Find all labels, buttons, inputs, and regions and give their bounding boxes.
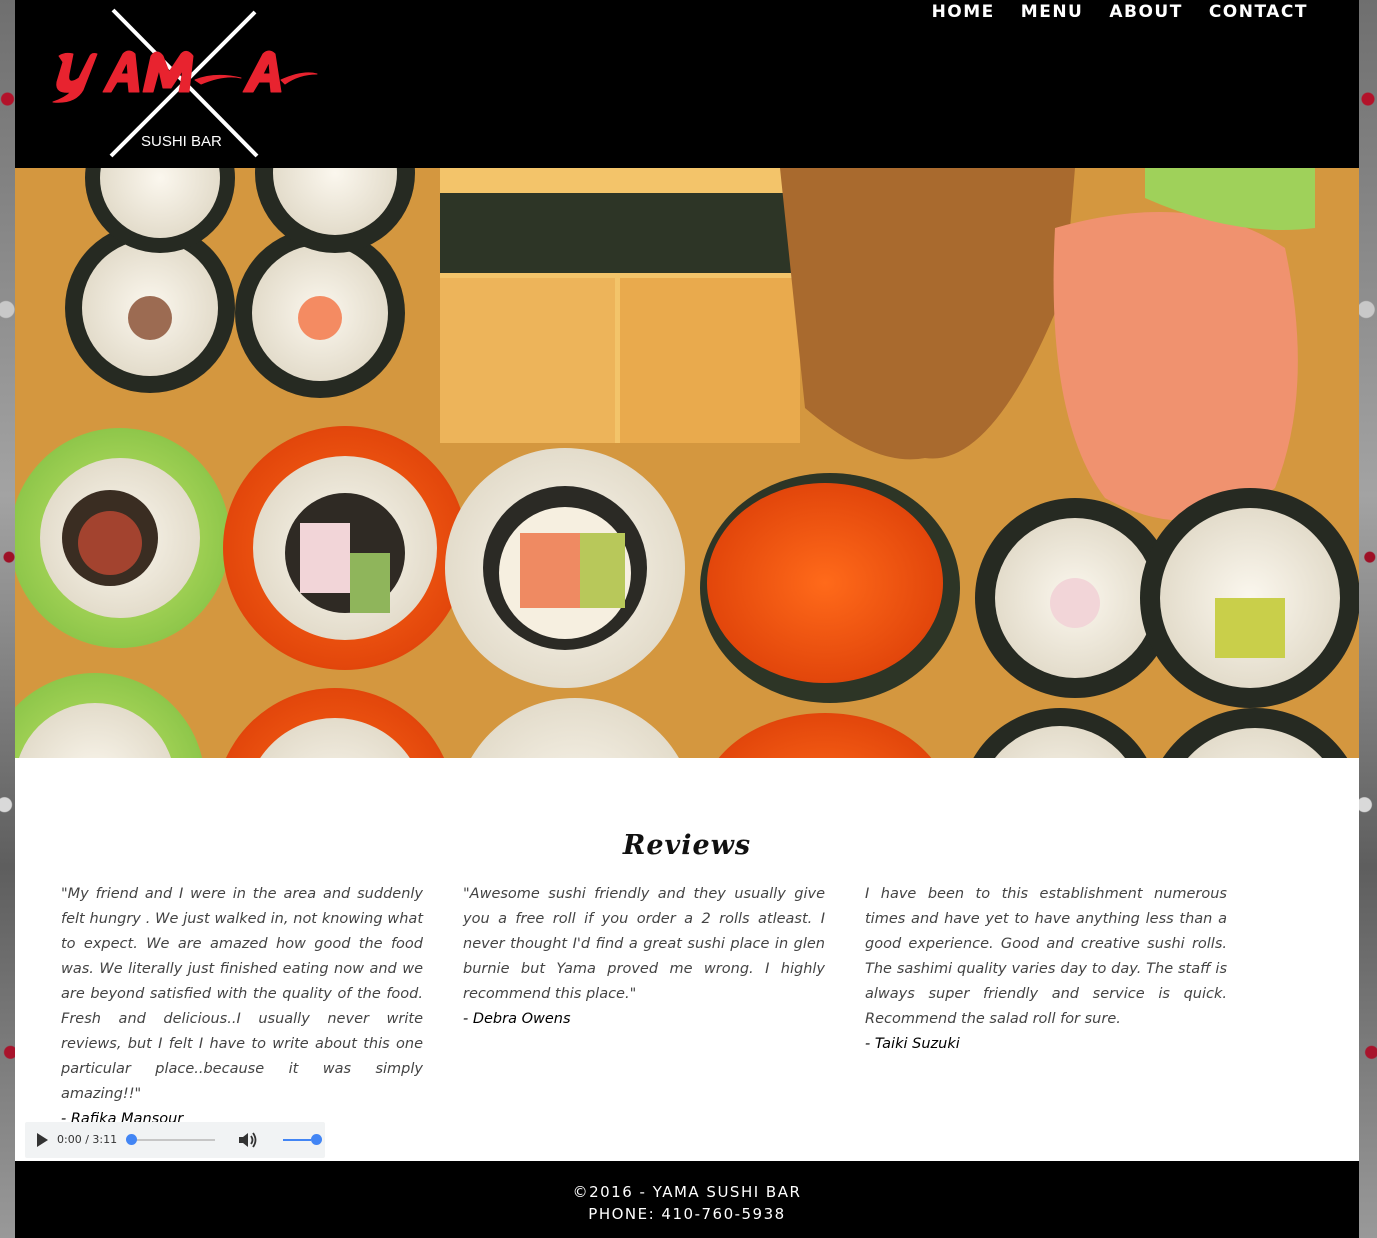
play-icon[interactable] bbox=[37, 1133, 48, 1147]
review-text: I have been to this establishment numero… bbox=[865, 886, 1227, 1027]
logo[interactable]: SUSHI BAR bbox=[45, 8, 320, 160]
audio-progress-thumb[interactable] bbox=[126, 1134, 137, 1145]
site-footer: ©2016 - YAMA SUSHI BAR PHONE: 410-760-59… bbox=[15, 1161, 1359, 1238]
sushi-photo bbox=[15, 168, 1359, 758]
side-background-left bbox=[0, 0, 15, 1238]
review-author: - Taiki Suzuki bbox=[865, 1036, 960, 1052]
main-nav: HOME MENU ABOUT CONTACT bbox=[932, 0, 1308, 24]
logo-subtext: SUSHI BAR bbox=[141, 133, 222, 150]
review-card: "Awesome sushi friendly and they usually… bbox=[463, 882, 825, 1032]
audio-progress-track[interactable] bbox=[131, 1139, 215, 1141]
audio-time: 0:00 / 3:11 bbox=[57, 1133, 118, 1146]
review-author: - Debra Owens bbox=[463, 1011, 571, 1027]
site-header: SUSHI BAR HOME MENU ABOUT CONTACT bbox=[15, 0, 1359, 168]
audio-player: 0:00 / 3:11 bbox=[25, 1122, 325, 1158]
page: SUSHI BAR HOME MENU ABOUT CONTACT Review… bbox=[15, 0, 1359, 1238]
volume-icon[interactable] bbox=[237, 1131, 259, 1149]
logo-image: SUSHI BAR bbox=[52, 8, 318, 158]
volume-slider-track[interactable] bbox=[283, 1139, 311, 1141]
nav-about[interactable]: ABOUT bbox=[1109, 0, 1182, 24]
review-text: "Awesome sushi friendly and they usually… bbox=[463, 886, 825, 1002]
nav-menu[interactable]: MENU bbox=[1021, 0, 1084, 24]
side-background-right bbox=[1359, 0, 1377, 1238]
review-card: "My friend and I were in the area and su… bbox=[61, 882, 423, 1132]
hero-image bbox=[15, 168, 1359, 758]
footer-phone: PHONE: 410-760-5938 bbox=[588, 1205, 786, 1223]
review-text: "My friend and I were in the area and su… bbox=[61, 886, 423, 1102]
footer-copyright: ©2016 - YAMA SUSHI BAR bbox=[572, 1183, 802, 1201]
reviews-heading: Reviews bbox=[622, 830, 752, 862]
nav-home[interactable]: HOME bbox=[932, 0, 995, 24]
nav-contact[interactable]: CONTACT bbox=[1209, 0, 1308, 24]
volume-slider-thumb[interactable] bbox=[311, 1134, 322, 1145]
review-card: I have been to this establishment numero… bbox=[865, 882, 1227, 1057]
